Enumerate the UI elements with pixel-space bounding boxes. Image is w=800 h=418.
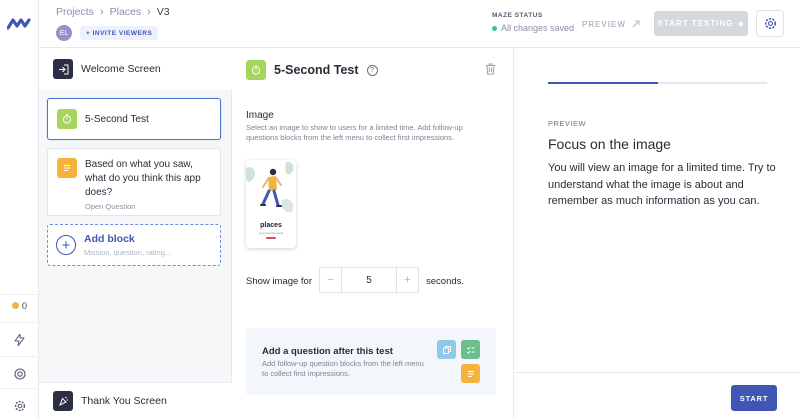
lifebuoy-icon (13, 367, 26, 380)
editor-title: 5-Second Test (274, 63, 359, 77)
add-question-description: Add follow-up question blocks from the l… (262, 359, 424, 378)
seconds-input[interactable]: 5 (341, 268, 397, 292)
start-button[interactable]: START (731, 385, 777, 411)
seconds-unit-label: seconds. (426, 276, 465, 287)
coin-icon (11, 302, 19, 309)
trash-icon[interactable] (485, 63, 496, 75)
maze-status-value: All changes saved (501, 23, 575, 33)
add-question-hint: Add a question after this test Add follo… (246, 328, 496, 395)
welcome-screen-label: Welcome Screen (81, 63, 161, 75)
chevron-right-icon: › (99, 6, 104, 18)
thank-you-screen-block[interactable]: Thank You Screen (39, 382, 232, 418)
gear-icon (14, 400, 25, 411)
text-lines-icon (57, 158, 77, 178)
external-arrow-icon (632, 20, 640, 28)
preview-title: Focus on the image (548, 136, 671, 152)
maze-logo-icon[interactable] (7, 14, 31, 32)
increment-button[interactable]: + (397, 268, 418, 292)
lightning-icon (14, 333, 25, 346)
seconds-stepper: − 5 + (319, 267, 419, 293)
thumbnail-accent-bar (266, 237, 276, 239)
maze-status: MAZE STATUS All changes saved (492, 12, 574, 33)
walking-person-illustration (246, 161, 294, 213)
block-text: Based on what you saw, what do you think… (85, 158, 211, 211)
copy-icon (437, 340, 456, 359)
add-question-title: Add a question after this test (262, 346, 393, 357)
breadcrumb-projects[interactable]: Projects (56, 6, 94, 18)
thank-you-screen-label: Thank You Screen (81, 394, 167, 407)
whats-new-button[interactable] (0, 322, 39, 356)
preview-button-label: PREVIEW (582, 19, 626, 29)
coins-count: 0 (21, 300, 27, 311)
welcome-screen-block[interactable]: Welcome Screen (39, 48, 232, 90)
start-testing-button[interactable]: START TESTING (654, 11, 748, 36)
help-button[interactable] (0, 356, 39, 390)
chevron-right-icon: › (147, 6, 151, 18)
preview-label: PREVIEW (548, 119, 587, 128)
plus-circle-icon: + (56, 235, 76, 255)
preview-button[interactable]: PREVIEW (569, 12, 653, 36)
choice-list-icon (461, 340, 480, 359)
maze-status-value-row: All changes saved (492, 23, 574, 33)
add-block-button[interactable]: + Add block Mission, question, rating... (47, 224, 221, 266)
status-dot-icon (492, 25, 497, 31)
breadcrumb-current: V3 (156, 6, 170, 18)
block-title: Based on what you saw, what do you think… (85, 159, 201, 198)
show-image-label: Show image for (246, 276, 313, 287)
timer-icon (246, 60, 266, 80)
add-block-text: Add block Mission, question, rating... (84, 233, 171, 257)
preview-body: You will view an image for a limited tim… (548, 162, 776, 207)
image-thumbnail[interactable]: places your favorite spots (246, 160, 296, 248)
party-icon (53, 390, 73, 411)
block-list: Welcome Screen 5-Second Test Based on wh… (39, 48, 232, 418)
gear-icon (764, 17, 776, 30)
block-subtitle: Open Question (85, 202, 136, 211)
thumbnail-tagline: your favorite spots (258, 231, 284, 235)
invite-viewers-button[interactable]: + INVITE VIEWERS (80, 26, 159, 40)
decrement-button[interactable]: − (320, 268, 341, 292)
preview-progress-bar (548, 82, 767, 84)
account-settings-button[interactable] (0, 388, 39, 418)
block-editor: 5-Second Test ? Image Select an image to… (232, 48, 514, 418)
editor-header: 5-Second Test ? (246, 60, 378, 80)
image-section-label: Image (246, 110, 274, 121)
image-section-description: Select an image to show to users for a l… (246, 123, 463, 142)
maze-status-label: MAZE STATUS (492, 12, 543, 19)
coins-counter[interactable]: 0 (0, 294, 39, 316)
settings-button[interactable] (756, 10, 784, 37)
enter-icon (53, 59, 73, 79)
preview-progress-fill (548, 82, 658, 84)
avatar[interactable]: EL (56, 25, 72, 41)
timer-icon (57, 109, 77, 129)
block-five-second-test[interactable]: 5-Second Test (47, 98, 221, 140)
add-block-subtitle: Mission, question, rating... (84, 248, 172, 257)
top-header: Projects › Places › V3 EL + INVITE VIEWE… (39, 0, 800, 48)
block-open-question[interactable]: Based on what you saw, what do you think… (47, 148, 221, 216)
text-lines-icon (461, 364, 480, 383)
start-testing-label: START TESTING (657, 19, 734, 28)
preview-footer: START (514, 372, 800, 418)
help-circle-icon[interactable]: ? (366, 64, 378, 76)
thumbnail-brand: places (260, 222, 282, 229)
sparkle-icon (738, 20, 745, 27)
preview-panel: PREVIEW Focus on the image You will view… (514, 48, 800, 418)
add-block-title: Add block (84, 233, 135, 245)
breadcrumb: Projects › Places › V3 (56, 6, 170, 18)
breadcrumb-places[interactable]: Places (110, 6, 142, 18)
left-rail: 0 (0, 0, 39, 418)
block-title: 5-Second Test (85, 113, 149, 125)
